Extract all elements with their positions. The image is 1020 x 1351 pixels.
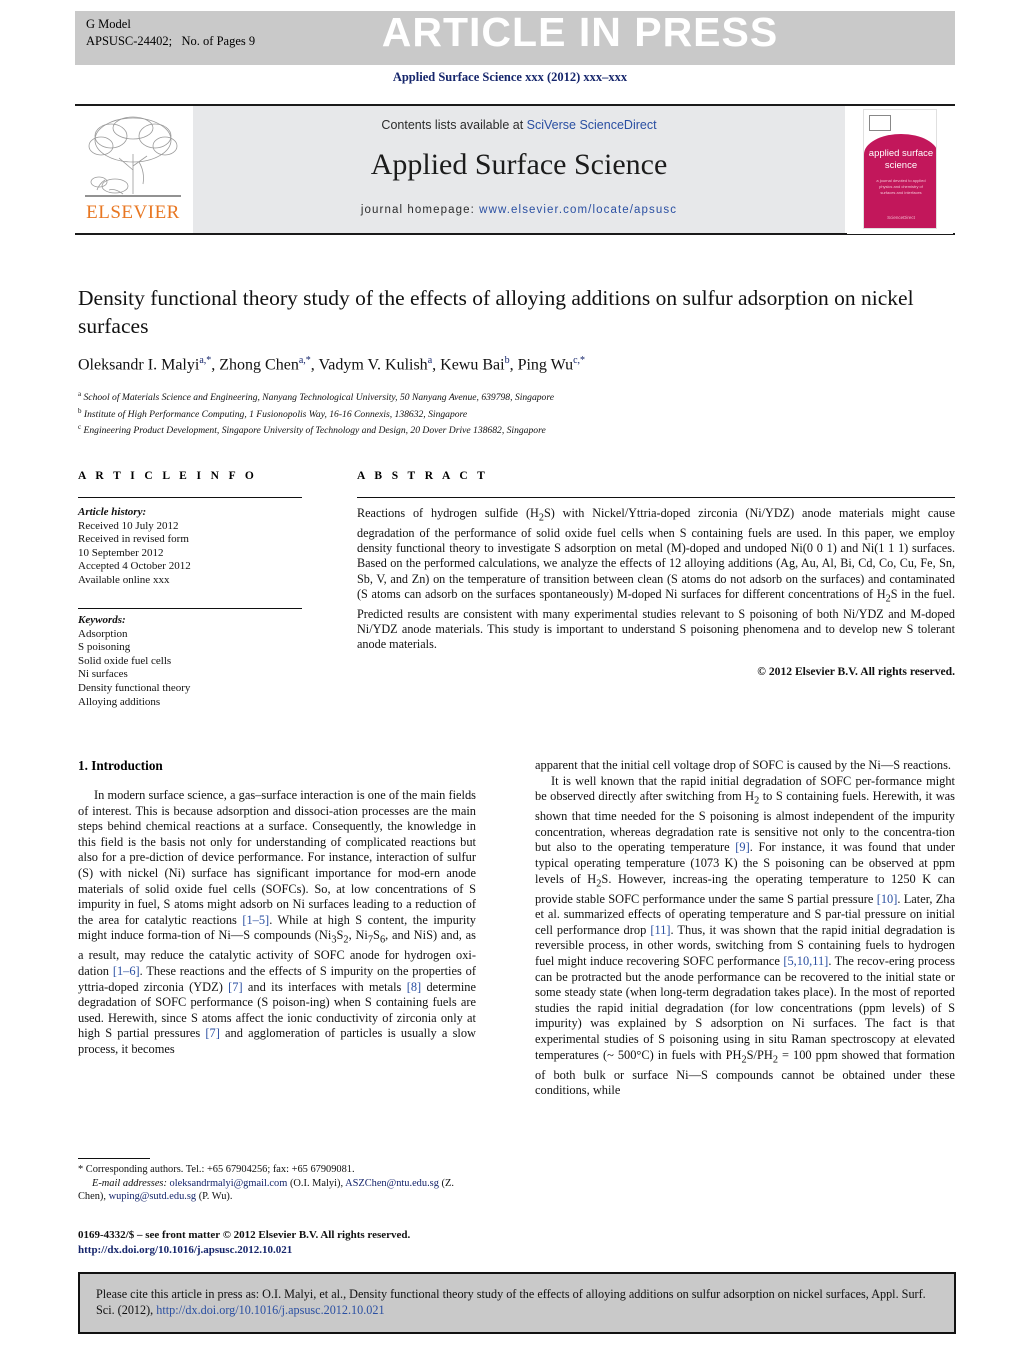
keyword-item: Ni surfaces (78, 668, 128, 681)
cover-footer-text: ScienceDirect (887, 215, 915, 220)
citation-ref[interactable]: [1–6] (113, 964, 140, 978)
keywords-rule (78, 608, 302, 609)
article-info-heading: A R T I C L E I N F O (78, 470, 258, 482)
email-addresses-label: E-mail addresses: (92, 1177, 167, 1189)
email-link[interactable]: wuping@sutd.edu.sg (109, 1191, 197, 1202)
article-page: G Model APSUSC-24402; No. of Pages 9 ART… (0, 0, 1020, 1351)
body-column-left: 1. Introduction In modern surface scienc… (78, 758, 476, 1058)
masthead-center-panel: Contents lists available at SciVerse Sci… (193, 106, 845, 233)
email-link[interactable]: ASZChen@ntu.edu.sg (345, 1178, 439, 1189)
intro-paragraph-right-2: It is well known that the rapid initial … (535, 773, 956, 1098)
body-column-right: apparent that the initial cell voltage d… (535, 758, 955, 1099)
elsevier-logo: ELSEVIER (75, 110, 191, 230)
affiliation-list: a School of Materials Science and Engine… (78, 388, 958, 438)
homepage-label: journal homepage: (360, 204, 480, 216)
journal-cover-thumbnail: applied surface science a journal devote… (847, 107, 953, 234)
article-history-item: Received 10 July 2012 (78, 519, 179, 532)
article-info-rule (78, 497, 302, 498)
cite-this-article-text: Please cite this article in press as: O.… (96, 1286, 942, 1318)
contents-available-line: Contents lists available at SciVerse Sci… (193, 118, 845, 132)
g-model-label: G Model (86, 17, 131, 31)
section-heading-introduction: 1. Introduction (78, 758, 163, 773)
page-title: Density functional theory study of the e… (78, 286, 914, 338)
keywords-items: Adsorption S poisoning Solid oxide fuel ce… (78, 628, 308, 710)
abstract-heading: A B S T R A C T (357, 470, 489, 482)
galley-model-info: G Model APSUSC-24402; No. of Pages 9 (86, 16, 255, 50)
citation-ref[interactable]: [7] (228, 980, 242, 994)
email-link[interactable]: oleksandrmalyi@gmail.com (170, 1178, 288, 1189)
abstract-text: Reactions of hydrogen sulfide (H2S) with… (357, 506, 955, 652)
intro-paragraph-right-1: apparent that the initial cell voltage d… (535, 758, 952, 772)
citation-ref[interactable]: [10] (877, 892, 898, 906)
email-owner: (O.I. Malyi) (289, 1177, 341, 1189)
keyword-item: Alloying additions (78, 695, 161, 708)
citation-ref[interactable]: [7] (205, 1026, 219, 1040)
article-history-label: Article history: (78, 506, 147, 518)
citation-ref[interactable]: [8] (407, 980, 421, 994)
article-id-label: APSUSC-24402; No. of Pages 9 (86, 34, 256, 48)
article-history-block: Article history: Received 10 July 2012 Re… (78, 506, 308, 588)
article-history-item: Received in revised form (78, 533, 189, 546)
keyword-item: S poisoning (78, 641, 131, 654)
elsevier-tree-icon (85, 116, 181, 197)
elsevier-wordmark: ELSEVIER (86, 202, 180, 223)
journal-title: Applied Surface Science (370, 148, 668, 181)
citation-ref[interactable]: [1–5] (242, 913, 269, 927)
article-history-items: Received 10 July 2012 Received in revised… (78, 520, 308, 588)
cover-journal-subtitle: a journal devoted to applied physics and… (876, 178, 926, 195)
issn-copyright-block: 0169-4332/$ – see front matter © 2012 El… (78, 1228, 508, 1257)
affiliation-item: b Institute of High Performance Computin… (78, 406, 468, 420)
affiliation-item: c Engineering Product Development, Singa… (78, 423, 546, 437)
keyword-item: Solid oxide fuel cells (78, 654, 172, 667)
abstract-rule (357, 497, 955, 498)
homepage-url-link[interactable]: www.elsevier.com/locate/apsusc (479, 204, 677, 216)
doi-link[interactable]: http://dx.doi.org/10.1016/j.apsusc.2012.… (78, 1243, 508, 1258)
cite-doi-link[interactable]: http://dx.doi.org/10.1016/j.apsusc.2012.… (156, 1303, 384, 1317)
email-owner: (P. Wu) (198, 1191, 230, 1203)
keyword-item: Density functional theory (78, 681, 191, 694)
keyword-item: Adsorption (78, 627, 128, 640)
issn-line: 0169-4332/$ – see front matter © 2012 El… (78, 1229, 411, 1241)
citation-ref[interactable]: [9] (735, 840, 749, 854)
article-history-item: Accepted 4 October 2012 (78, 560, 191, 573)
article-history-item: Available online xxx (78, 573, 170, 586)
keywords-label: Keywords: (78, 614, 126, 626)
cover-elsevier-logo-icon (869, 115, 891, 131)
cover-journal-title: applied surface science (868, 148, 934, 171)
sciencedirect-link[interactable]: SciVerse ScienceDirect (527, 118, 657, 132)
contents-prefix: Contents lists available at (381, 118, 527, 132)
citation-ref[interactable]: [5,10,11] (783, 954, 828, 968)
cite-this-article-box: Please cite this article in press as: O.… (78, 1272, 956, 1334)
citation-ref[interactable]: [11] (650, 923, 670, 937)
footnote-rule (78, 1158, 150, 1159)
affiliation-item: a School of Materials Science and Engine… (78, 390, 554, 404)
author-list: Oleksandr I. Malyia,*, Zhong Chena,*, Va… (78, 355, 586, 374)
journal-masthead: ELSEVIER Contents lists available at Sci… (75, 104, 955, 235)
journal-reference-line: Applied Surface Science xxx (2012) xxx–x… (392, 70, 628, 84)
journal-cover-image: applied surface science a journal devote… (863, 109, 937, 229)
abstract-copyright: © 2012 Elsevier B.V. All rights reserved… (757, 665, 955, 678)
keywords-block: Keywords: Adsorption S poisoning Solid oxi… (78, 614, 308, 709)
journal-homepage-line: journal homepage: www.elsevier.com/locat… (193, 204, 845, 216)
intro-paragraph-left: In modern surface science, a gas–surface… (78, 788, 477, 1056)
article-history-item: 10 September 2012 (78, 546, 164, 559)
corresponding-author-footnote: * Corresponding authors. Tel.: +65 67904… (78, 1164, 454, 1203)
article-in-press-text: ARTICLE IN PRESS (381, 9, 779, 55)
